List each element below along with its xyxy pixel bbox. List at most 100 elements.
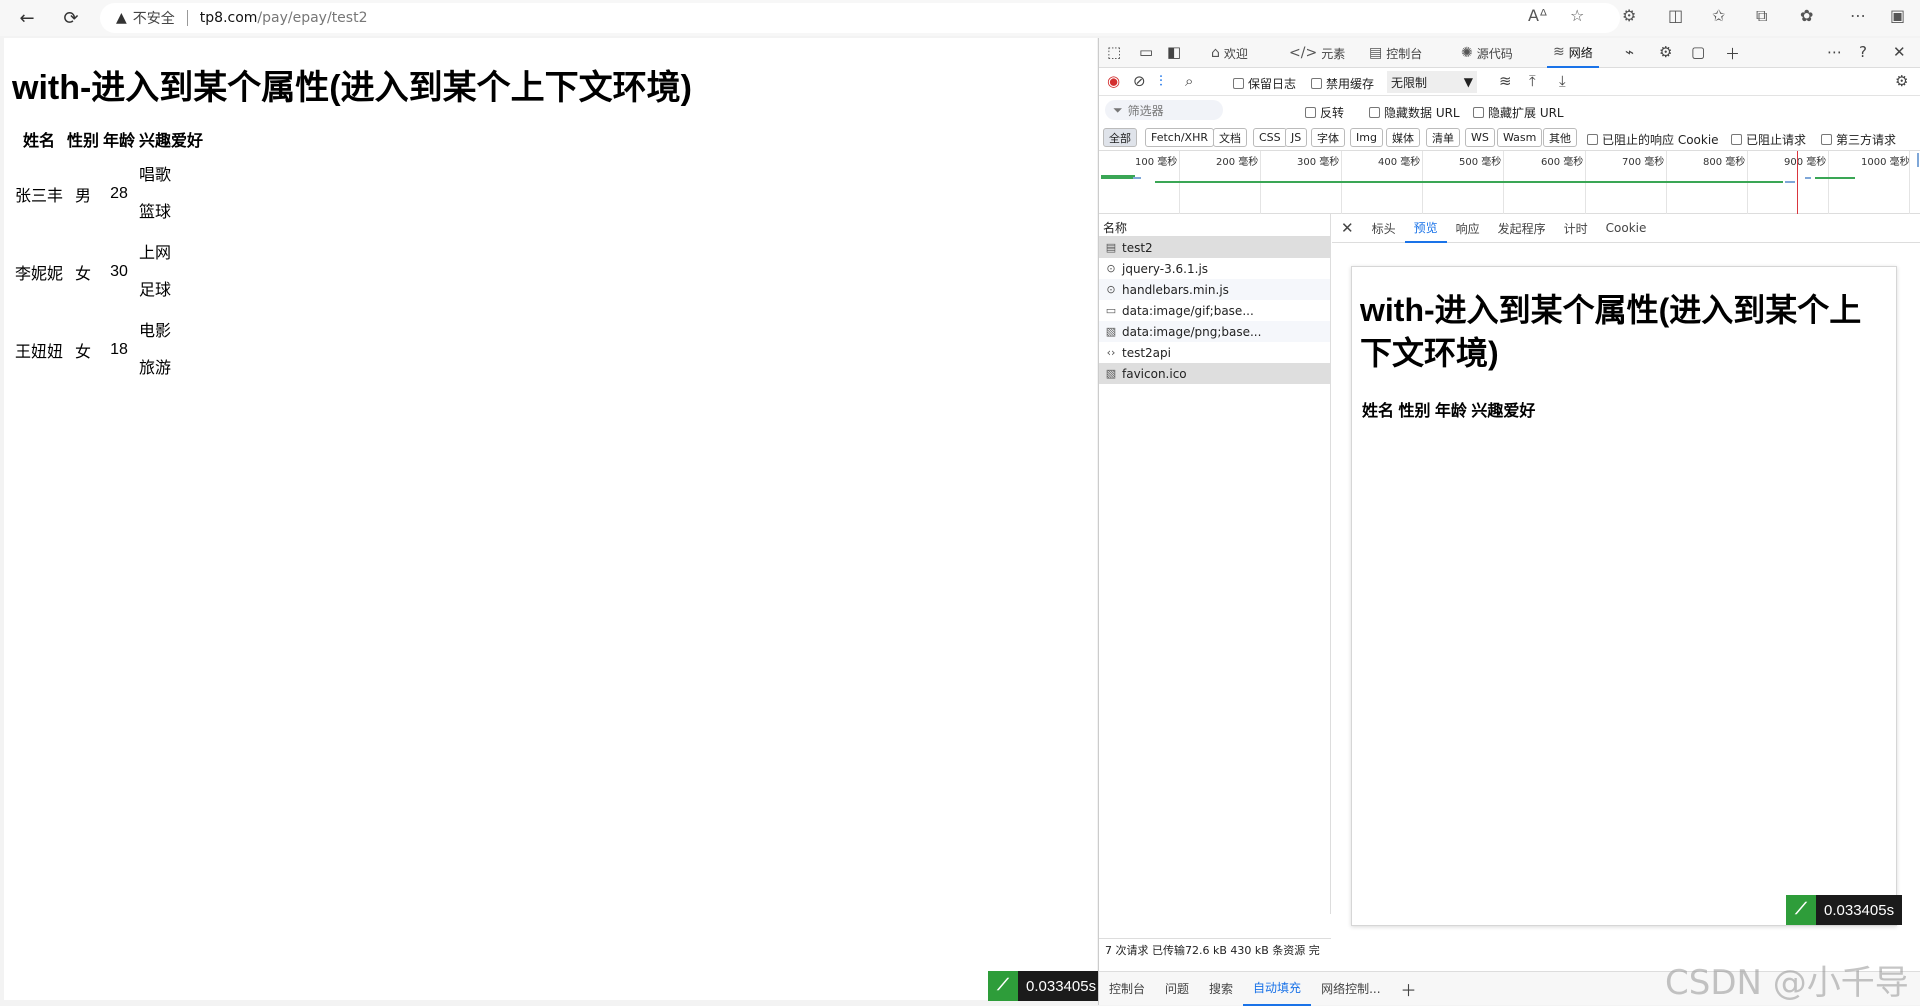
request-detail-pane: ✕ 标头 预览 响应 发起程序 计时 Cookie with-进入到某个属性(进… — [1332, 214, 1920, 926]
grid-line — [1503, 151, 1504, 215]
blocked-requests-checkbox[interactable]: 已阻止请求 — [1731, 131, 1806, 148]
network-conditions-icon[interactable]: ≋ — [1499, 72, 1512, 90]
script-icon: ⊙ — [1106, 262, 1116, 275]
settings-gear-icon[interactable]: ⚙ — [1659, 43, 1672, 61]
request-row[interactable]: ‹› test2api — [1099, 342, 1330, 363]
blocked-cookies-checkbox[interactable]: 已阻止的响应 Cookie — [1587, 131, 1719, 148]
device-toolbar-icon[interactable]: ▭ — [1139, 43, 1153, 61]
grid-line — [1422, 151, 1423, 215]
more-menu-icon[interactable]: ⋯ — [1850, 6, 1866, 25]
hobby-item: 电影 — [139, 323, 172, 340]
tab-network[interactable]: ≋ 网络 — [1547, 38, 1599, 68]
request-row[interactable]: ▧ data:image/png;base... — [1099, 321, 1330, 342]
read-aloud-icon[interactable]: Aᐞ — [1528, 6, 1548, 25]
type-img[interactable]: Img — [1350, 128, 1383, 147]
tab-response[interactable]: 响应 — [1447, 214, 1489, 243]
fetch-icon: ‹› — [1106, 346, 1116, 359]
disable-cache-checkbox[interactable]: 禁用缓存 — [1311, 75, 1374, 92]
people-table: 姓名 性别 年龄 兴趣爱好 张三丰 男 28 唱歌 篮球 李妮妮 女 30 上网… — [12, 122, 206, 390]
type-font[interactable]: 字体 — [1311, 128, 1345, 147]
url-path: /pay/epay/test2 — [257, 10, 368, 26]
import-har-icon[interactable]: ⤒ — [1529, 72, 1536, 90]
request-row[interactable]: ▧ favicon.ico — [1099, 363, 1330, 384]
type-document[interactable]: 文档 — [1213, 128, 1247, 147]
table-header-row: 姓名 性别 年龄 兴趣爱好 — [14, 124, 204, 154]
timer-logo-icon: ⟋ — [988, 971, 1018, 1001]
type-css[interactable]: CSS — [1253, 128, 1287, 147]
type-media[interactable]: 媒体 — [1386, 128, 1420, 147]
url-host: tp8.com — [199, 10, 258, 26]
sidebar-icon[interactable]: ▣ — [1890, 6, 1905, 25]
type-ws[interactable]: WS — [1465, 128, 1495, 147]
tab-initiator[interactable]: 发起程序 — [1489, 214, 1555, 243]
back-icon[interactable]: ← — [13, 4, 41, 32]
checkbox-box — [1821, 134, 1832, 145]
clear-icon[interactable]: ⊘ — [1133, 72, 1146, 90]
request-row[interactable]: ⊙ handlebars.min.js — [1099, 279, 1330, 300]
timeline-handle[interactable] — [1917, 153, 1919, 167]
add-tab-icon[interactable]: ＋ — [1725, 43, 1740, 64]
drawer-tab-autofill[interactable]: 自动填充 — [1243, 972, 1312, 1006]
timer-value: 0.033405s — [1026, 977, 1097, 995]
split-screen-icon[interactable]: ◫ — [1668, 6, 1683, 25]
network-toolbar: ◉ ⊘ ⫶ ⌕ 保留日志 禁用缓存 无限制 ▼ ≋ ⤒ ⤓ ⚙ — [1099, 68, 1920, 96]
preserve-log-checkbox[interactable]: 保留日志 — [1233, 75, 1296, 92]
favorites-icon[interactable]: ✩ — [1712, 6, 1725, 25]
type-wasm[interactable]: Wasm — [1497, 128, 1543, 147]
add-drawer-tab-icon[interactable]: ＋ — [1391, 972, 1427, 1006]
more-tools-icon[interactable]: ⋯ — [1827, 43, 1842, 61]
hobby-item: 足球 — [139, 282, 172, 299]
document-icon: ▤ — [1105, 241, 1117, 254]
dock-icon[interactable]: ◧ — [1167, 43, 1181, 61]
type-other[interactable]: 其他 — [1543, 128, 1577, 147]
drawer-tab-issues[interactable]: 问题 — [1155, 972, 1199, 1006]
inspect-icon[interactable]: ⬚ — [1107, 43, 1121, 61]
filter-icon[interactable]: ⫶ — [1159, 72, 1163, 90]
filter-input[interactable]: ⏷ 筛选器 — [1105, 100, 1223, 120]
type-js[interactable]: JS — [1285, 128, 1308, 147]
application-icon[interactable]: ▢ — [1691, 43, 1705, 61]
close-detail-icon[interactable]: ✕ — [1332, 214, 1363, 243]
tab-console[interactable]: ▤ 控制台 — [1369, 38, 1422, 68]
third-party-checkbox[interactable]: 第三方请求 — [1821, 131, 1896, 148]
tab-timing[interactable]: 计时 — [1555, 214, 1597, 243]
wechat-extension-icon[interactable]: ✿ — [1800, 6, 1813, 25]
reload-icon[interactable]: ⟳ — [57, 4, 85, 32]
column-header-hobbies: 兴趣爱好 — [139, 133, 204, 150]
tab-headers[interactable]: 标头 — [1363, 214, 1405, 243]
request-row[interactable]: ▤ test2 — [1099, 237, 1330, 258]
drawer-tab-console[interactable]: 控制台 — [1099, 972, 1155, 1006]
drawer-tab-search[interactable]: 搜索 — [1199, 972, 1243, 1006]
network-settings-icon[interactable]: ⚙ — [1895, 72, 1908, 90]
column-header-sex: 性别 — [67, 133, 100, 150]
performance-icon[interactable]: ⌁ — [1625, 43, 1634, 61]
tab-welcome[interactable]: ⌂ 欢迎 — [1211, 38, 1248, 68]
tab-elements[interactable]: </> 元素 — [1289, 38, 1345, 68]
request-row[interactable]: ▭ data:image/gif;base... — [1099, 300, 1330, 321]
tab-sources[interactable]: ✺ 源代码 — [1461, 38, 1513, 68]
address-bar[interactable]: ▲ 不安全 tp8.com/pay/epay/test2 — [100, 3, 1620, 33]
hide-data-urls-checkbox[interactable]: 隐藏数据 URL — [1369, 104, 1460, 121]
record-icon[interactable]: ◉ — [1107, 72, 1120, 90]
export-har-icon[interactable]: ⤓ — [1559, 72, 1566, 90]
invert-checkbox[interactable]: 反转 — [1305, 104, 1344, 121]
script-icon: ⊙ — [1106, 283, 1116, 296]
favorite-star-icon[interactable]: ☆ — [1570, 6, 1584, 25]
tab-cookies[interactable]: Cookie — [1597, 214, 1656, 243]
type-fetch-xhr[interactable]: Fetch/XHR — [1145, 128, 1214, 147]
network-overview-timeline[interactable]: 100 毫秒 200 毫秒 300 毫秒 400 毫秒 500 毫秒 600 毫… — [1099, 150, 1920, 215]
tab-preview[interactable]: 预览 — [1404, 214, 1447, 243]
close-devtools-icon[interactable]: ✕ — [1893, 43, 1906, 61]
type-manifest[interactable]: 清单 — [1426, 128, 1460, 147]
hide-extension-urls-checkbox[interactable]: 隐藏扩展 URL — [1473, 104, 1564, 121]
search-icon[interactable]: ⌕ — [1185, 72, 1193, 90]
help-icon[interactable]: ? — [1859, 43, 1867, 61]
type-all[interactable]: 全部 — [1103, 128, 1137, 147]
throttle-select[interactable]: 无限制 ▼ — [1387, 71, 1477, 93]
code-icon: </> — [1289, 45, 1318, 61]
drawer-tab-network-conditions[interactable]: 网络控制... — [1311, 972, 1390, 1006]
collections-icon[interactable]: ⧉ — [1756, 6, 1767, 26]
extensions-icon[interactable]: ⚙ — [1622, 6, 1636, 25]
grid-line — [1179, 151, 1180, 215]
request-row[interactable]: ⊙ jquery-3.6.1.js — [1099, 258, 1330, 279]
